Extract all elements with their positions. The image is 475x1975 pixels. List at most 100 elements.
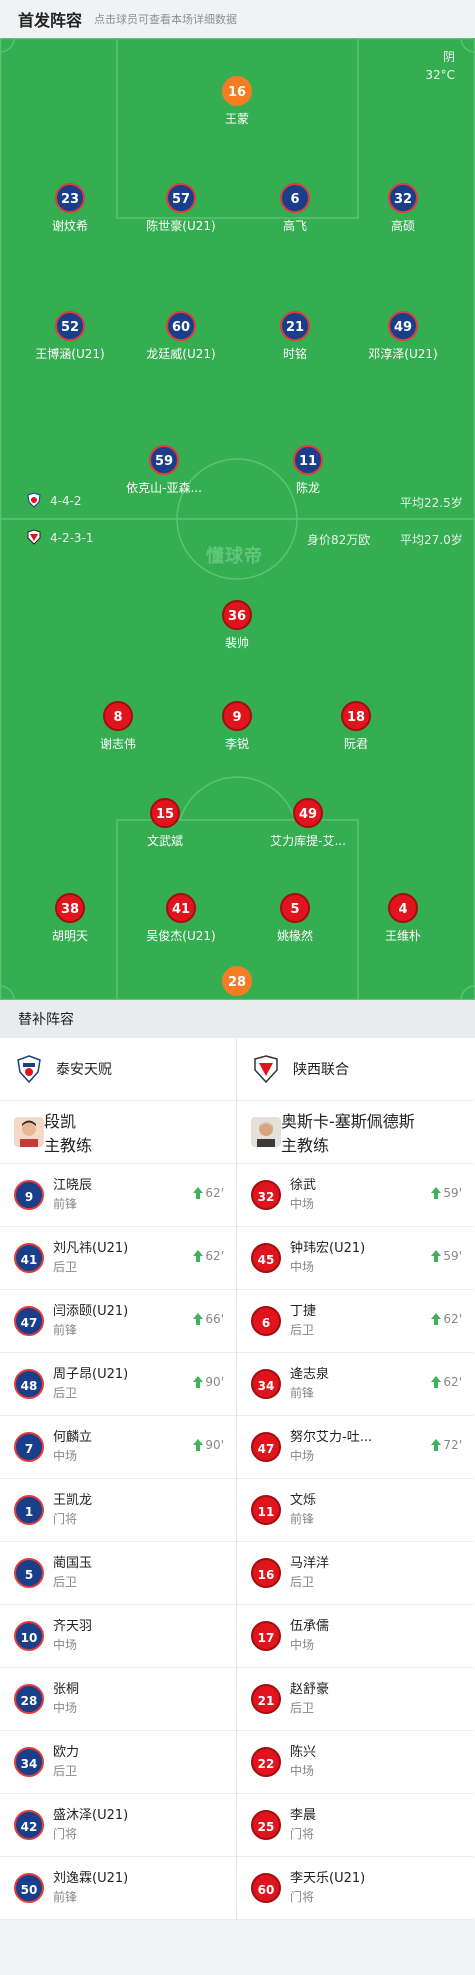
sub-in-arrow-icon — [431, 1313, 442, 1325]
away-value: 身价82万欧 — [307, 533, 371, 547]
home-sub-row[interactable]: 1 王凯龙 门将 — [0, 1479, 236, 1542]
home-player-60[interactable]: 60 龙廷威(U21) — [121, 311, 241, 362]
away-player-49[interactable]: 49 艾力库提-艾... — [248, 798, 368, 849]
away-player-15[interactable]: 15 文武斌 — [105, 798, 225, 849]
home-sub-row[interactable]: 28 张桐 中场 — [0, 1668, 236, 1731]
player-name: 高硕 — [390, 219, 415, 233]
home-player-11[interactable]: 11 陈龙 — [248, 445, 368, 496]
home-coach-row[interactable]: 段凯 主教练 — [0, 1101, 236, 1164]
player-name: 王蒙 — [224, 112, 249, 126]
sub-player-name: 周子昂(U21) — [53, 1367, 129, 1382]
sub-info: 伍承儒 中场 — [290, 1618, 329, 1654]
sub-player-position: 后卫 — [290, 1323, 315, 1337]
jersey-number: 5 — [280, 893, 310, 923]
away-team-row[interactable]: 陕西联合 — [237, 1038, 474, 1101]
away-sub-row[interactable]: 21 赵舒豪 后卫 — [237, 1668, 474, 1731]
home-player-32[interactable]: 32 高硕 — [343, 183, 463, 234]
jersey-number: 32 — [388, 183, 418, 213]
home-avg-age: 平均22.5岁 — [400, 496, 463, 510]
home-player-57[interactable]: 57 陈世豪(U21) — [121, 183, 241, 234]
away-player-4[interactable]: 4 王维朴 — [343, 893, 463, 944]
sub-in-indicator: 72' — [431, 1438, 462, 1452]
away-coach-row[interactable]: 奥斯卡-塞斯佩德斯 主教练 — [237, 1101, 474, 1164]
player-name: 姚椽然 — [276, 929, 313, 943]
sub-info: 周子昂(U21) 后卫 — [53, 1366, 128, 1402]
home-player-23[interactable]: 23 谢炆希 — [10, 183, 130, 234]
away-sub-row[interactable]: 34 逄志泉 前锋 62' — [237, 1353, 474, 1416]
away-player-9[interactable]: 9 李锐 — [177, 701, 297, 752]
away-player-8[interactable]: 8 谢志伟 — [58, 701, 178, 752]
home-sub-row[interactable]: 42 盛沐泽(U21) 门将 — [0, 1794, 236, 1857]
home-player-49[interactable]: 49 邓淳泽(U21) — [343, 311, 463, 362]
away-sub-row[interactable]: 25 李晨 门将 — [237, 1794, 474, 1857]
sub-player-name: 盛沐泽(U21) — [53, 1808, 129, 1823]
home-team-row[interactable]: 泰安天贶 — [0, 1038, 236, 1101]
sub-in-minute: 66' — [205, 1312, 224, 1326]
home-sub-row[interactable]: 7 何麟立 中场 90' — [0, 1416, 236, 1479]
player-name: 邓淳泽(U21) — [368, 347, 438, 361]
jersey-number: 47 — [14, 1306, 44, 1336]
player-name: 胡明天 — [51, 929, 88, 943]
home-player-6[interactable]: 6 高飞 — [235, 183, 355, 234]
away-sub-row[interactable]: 47 努尔艾力-吐... 中场 72' — [237, 1416, 474, 1479]
sub-player-position: 中场 — [290, 1260, 315, 1274]
sub-player-position: 门将 — [290, 1890, 315, 1904]
sub-player-position: 中场 — [290, 1764, 315, 1778]
sub-player-name: 张桐 — [53, 1682, 80, 1697]
home-player-52[interactable]: 52 王博涵(U21) — [10, 311, 130, 362]
sub-info: 赵舒豪 后卫 — [290, 1681, 329, 1717]
jersey-number: 48 — [14, 1369, 44, 1399]
sub-player-position: 门将 — [53, 1827, 78, 1841]
player-name: 文武斌 — [146, 834, 183, 848]
away-player-18[interactable]: 18 阮君 — [296, 701, 416, 752]
sub-info: 张桐 中场 — [53, 1681, 79, 1717]
sub-player-name: 钟玮宏(U21) — [290, 1241, 366, 1256]
sub-in-arrow-icon — [431, 1376, 442, 1388]
jersey-number: 28 — [14, 1684, 44, 1714]
home-sub-row[interactable]: 34 欧力 后卫 — [0, 1731, 236, 1794]
sub-player-name: 欧力 — [53, 1745, 80, 1760]
away-sub-row[interactable]: 6 丁捷 后卫 62' — [237, 1290, 474, 1353]
away-sub-row[interactable]: 45 钟玮宏(U21) 中场 59' — [237, 1227, 474, 1290]
away-sub-row[interactable]: 22 陈兴 中场 — [237, 1731, 474, 1794]
home-team-icon — [27, 492, 41, 508]
home-sub-row[interactable]: 50 刘逸霖(U21) 前锋 — [0, 1857, 236, 1920]
player-name: 依克山-亚森... — [126, 481, 202, 495]
away-coach-label: 主教练 — [281, 1136, 330, 1155]
away-player-36[interactable]: 36 裴帅 — [177, 600, 297, 651]
sub-info: 文烁 前锋 — [290, 1492, 316, 1528]
away-player-41[interactable]: 41 吴俊杰(U21) — [121, 893, 241, 944]
home-sub-row[interactable]: 47 闫添颐(U21) 前锋 66' — [0, 1290, 236, 1353]
away-player-38[interactable]: 38 胡明天 — [10, 893, 130, 944]
home-player-21[interactable]: 21 时铭 — [235, 311, 355, 362]
away-player-5[interactable]: 5 姚椽然 — [235, 893, 355, 944]
jersey-number: 50 — [14, 1873, 44, 1903]
home-sub-row[interactable]: 9 江晓辰 前锋 62' — [0, 1164, 236, 1227]
sub-player-position: 中场 — [290, 1638, 315, 1652]
jersey-number: 10 — [14, 1621, 44, 1651]
sub-in-arrow-icon — [431, 1439, 442, 1451]
sub-player-position: 前锋 — [290, 1386, 315, 1400]
sub-in-indicator: 62' — [193, 1249, 224, 1263]
sub-info: 丁捷 后卫 — [290, 1303, 316, 1339]
player-name: 谢志伟 — [99, 737, 136, 751]
sub-info: 盛沐泽(U21) 门将 — [53, 1807, 128, 1843]
home-sub-row[interactable]: 41 刘凡祎(U21) 后卫 62' — [0, 1227, 236, 1290]
home-coach-label: 主教练 — [44, 1136, 93, 1155]
home-sub-row[interactable]: 10 齐天羽 中场 — [0, 1605, 236, 1668]
away-sub-row[interactable]: 60 李天乐(U21) 门将 — [237, 1857, 474, 1920]
pitch: 懂球帝 阴 32°C 4-4-2 平均22.5岁 4-2-3-1 身价82万欧 … — [0, 38, 475, 1000]
away-sub-row[interactable]: 17 伍承儒 中场 — [237, 1605, 474, 1668]
sub-player-position: 门将 — [290, 1827, 315, 1841]
away-sub-row[interactable]: 16 马洋洋 后卫 — [237, 1542, 474, 1605]
home-sub-row[interactable]: 5 蔺国玉 后卫 — [0, 1542, 236, 1605]
away-sub-row[interactable]: 32 徐武 中场 59' — [237, 1164, 474, 1227]
sub-in-indicator: 62' — [431, 1312, 462, 1326]
home-coach-name: 段凯 — [44, 1112, 77, 1131]
away-player-28[interactable]: 28周煜辰 — [177, 966, 297, 1000]
home-team-name: 泰安天贶 — [56, 1062, 112, 1078]
home-player-16[interactable]: 16 王蒙 — [177, 76, 297, 127]
home-player-59[interactable]: 59 依克山-亚森... — [104, 445, 224, 496]
home-sub-row[interactable]: 48 周子昂(U21) 后卫 90' — [0, 1353, 236, 1416]
away-sub-row[interactable]: 11 文烁 前锋 — [237, 1479, 474, 1542]
